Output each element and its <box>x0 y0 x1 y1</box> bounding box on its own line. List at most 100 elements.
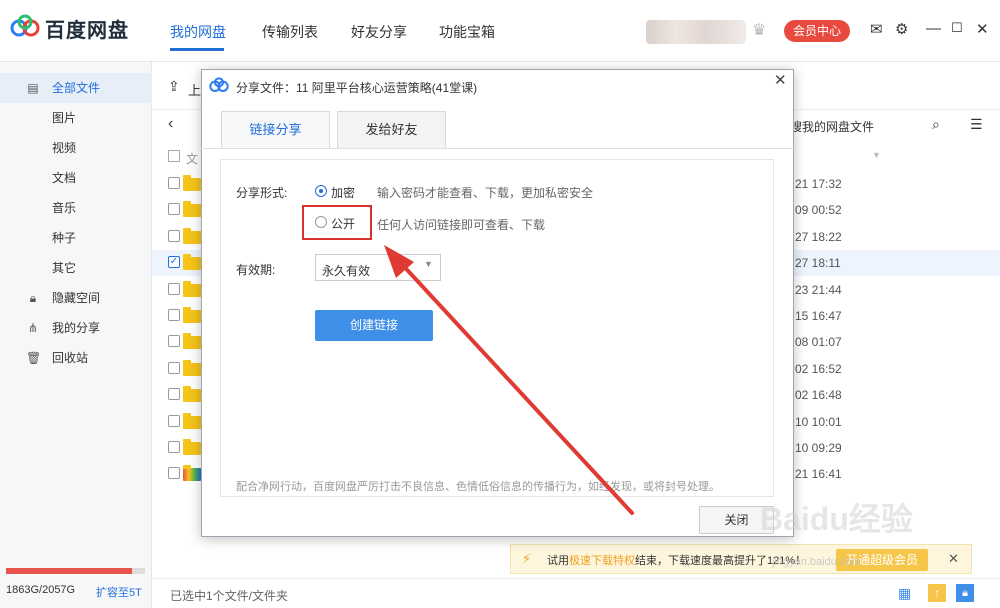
promo-text-highlight[interactable]: 极速下载特权 <box>569 555 635 567</box>
baidu-cloud-logo-icon <box>10 14 40 37</box>
row-time: 02 16:52 <box>795 362 842 376</box>
option-encrypted-hint: 输入密码才能查看、下载，更加私密安全 <box>377 186 594 200</box>
option-public-hint: 任何人访问链接即可查看、下载 <box>377 218 546 232</box>
sidebar-item-label: 回收站 <box>52 351 89 365</box>
sidebar-item-label: 全部文件 <box>52 81 101 95</box>
row-time: 15 16:47 <box>795 309 842 323</box>
row-time: 21 17:32 <box>795 177 842 191</box>
folder-icon <box>183 307 201 323</box>
tab-send-to-friend[interactable]: 发给好友 <box>337 111 446 149</box>
folder-icon <box>183 439 201 455</box>
gear-icon[interactable]: ⚙ <box>895 20 908 38</box>
folder-icon <box>183 254 201 270</box>
validity-label: 有效期: <box>236 263 276 277</box>
sidebar-item-videos[interactable]: 视频 <box>0 133 152 163</box>
row-checkbox[interactable] <box>168 177 180 189</box>
username-blurred[interactable] <box>646 20 746 44</box>
active-tab-underline <box>170 48 224 51</box>
tab-toolbox[interactable]: 功能宝箱 <box>439 22 495 42</box>
row-checkbox[interactable] <box>168 335 180 347</box>
list-view-icon[interactable]: ☰ <box>970 116 983 133</box>
sidebar-item-torrents[interactable]: 种子 <box>0 223 152 253</box>
create-link-button[interactable]: 创建链接 <box>315 310 433 341</box>
row-checkbox[interactable] <box>168 441 180 453</box>
row-checkbox[interactable] <box>168 230 180 242</box>
archive-file-icon <box>183 465 201 481</box>
app-logo-text: 百度网盘 <box>45 20 129 42</box>
upload-button-label[interactable]: 上 <box>188 80 201 99</box>
dialog-close-icon[interactable]: ✕ <box>774 71 787 89</box>
search-icon[interactable]: ⌕ <box>932 116 940 133</box>
tab-friend-share[interactable]: 好友分享 <box>351 22 407 42</box>
upgrade-arrow-icon[interactable]: ↑ <box>928 584 946 602</box>
top-bar <box>0 0 1000 62</box>
row-time: 27 18:22 <box>795 230 842 244</box>
grid-view-icon[interactable]: ▦ <box>898 585 914 601</box>
chevron-down-icon: ▼ <box>424 259 433 269</box>
tab-transfer-list[interactable]: 传输列表 <box>262 22 318 42</box>
upload-icon[interactable]: ⇪ <box>168 78 180 95</box>
select-all-checkbox[interactable] <box>168 150 180 162</box>
policy-notice: 配合净网行动，百度网盘严厉打击不良信息、色情低俗信息的传播行为，如经发现，或将封… <box>236 481 720 493</box>
row-checkbox[interactable] <box>168 203 180 215</box>
sidebar-item-label: 其它 <box>52 261 77 275</box>
sidebar-item-docs[interactable]: 文档 <box>0 163 152 193</box>
tab-link-share[interactable]: 链接分享 <box>221 111 330 149</box>
promo-text-before: 试用 <box>547 555 569 567</box>
folder-icon <box>183 175 201 191</box>
row-checkbox[interactable] <box>168 388 180 400</box>
validity-select-value: 永久有效 <box>322 264 371 278</box>
lock-icon[interactable]: 🔒︎ <box>956 584 974 602</box>
close-window-icon[interactable]: ✕ <box>976 20 989 38</box>
sidebar-item-other[interactable]: 其它 <box>0 253 152 283</box>
sidebar-item-all-files[interactable]: ▤ 全部文件 <box>0 73 152 103</box>
mail-icon[interactable]: ✉ <box>870 20 883 38</box>
folder-icon <box>183 333 201 349</box>
sort-caret-icon[interactable]: ▼ <box>872 150 881 160</box>
folder-icon <box>183 386 201 402</box>
row-time: 23 21:44 <box>795 283 842 297</box>
folder-icon <box>183 228 201 244</box>
back-icon[interactable]: ‹ <box>168 115 173 133</box>
tab-my-disk[interactable]: 我的网盘 <box>170 22 226 42</box>
row-checkbox[interactable] <box>168 283 180 295</box>
sidebar-item-recycle-bin[interactable]: 🗑︎ 回收站 <box>0 343 152 373</box>
row-checkbox[interactable] <box>168 415 180 427</box>
row-checkbox-checked[interactable]: ✓ <box>168 256 180 268</box>
sidebar-item-music[interactable]: 音乐 <box>0 193 152 223</box>
storage-quota-fill <box>6 568 132 574</box>
baidu-cloud-small-icon <box>209 77 229 92</box>
sidebar-item-images[interactable]: 图片 <box>0 103 152 133</box>
row-time: 08 01:07 <box>795 335 842 349</box>
row-checkbox[interactable] <box>168 309 180 321</box>
sidebar-item-label: 音乐 <box>52 201 77 215</box>
search-placeholder-partial[interactable]: 搜我的网盘文件 <box>790 118 874 135</box>
sidebar-item-label: 种子 <box>52 231 77 245</box>
promo-text: 试用极速下载特权结束，下载速度最高提升了121%！ <box>547 552 806 568</box>
option-encrypted-label[interactable]: 加密 <box>331 184 355 201</box>
row-checkbox[interactable] <box>168 362 180 374</box>
row-time: 21 16:41 <box>795 467 842 481</box>
watermark-logo: Baidu经验 <box>760 501 913 537</box>
vip-center-button[interactable]: 会员中心 <box>784 20 850 42</box>
radio-encrypted[interactable] <box>315 185 327 197</box>
promo-close-icon[interactable]: ✕ <box>948 551 959 567</box>
public-option-highlight-box <box>302 205 372 240</box>
sidebar-item-my-shares[interactable]: ⋔ 我的分享 <box>0 313 152 343</box>
maximize-icon[interactable]: ☐ <box>951 20 963 36</box>
selection-status: 已选中1个文件/文件夹 <box>170 589 289 603</box>
dialog-title: 分享文件：11 阿里平台核心运营策略(41堂课) <box>236 81 478 95</box>
share-icon: ⋔ <box>27 321 39 335</box>
row-checkbox[interactable] <box>168 467 180 479</box>
sidebar-item-label: 隐藏空间 <box>52 291 101 305</box>
folder-icon <box>183 281 201 297</box>
row-time: 10 09:29 <box>795 441 842 455</box>
row-time: 10 10:01 <box>795 415 842 429</box>
lightning-icon: ⚡ <box>522 551 532 566</box>
sidebar-item-hidden-space[interactable]: 🔒︎ 隐藏空间 <box>0 283 152 313</box>
storage-quota-text: 1863G/2057G <box>6 584 76 596</box>
minimize-icon[interactable]: — <box>926 20 941 37</box>
expand-storage-link[interactable]: 扩容至5T <box>96 584 142 600</box>
sidebar-item-label: 我的分享 <box>52 321 101 335</box>
folder-icon <box>183 360 201 376</box>
